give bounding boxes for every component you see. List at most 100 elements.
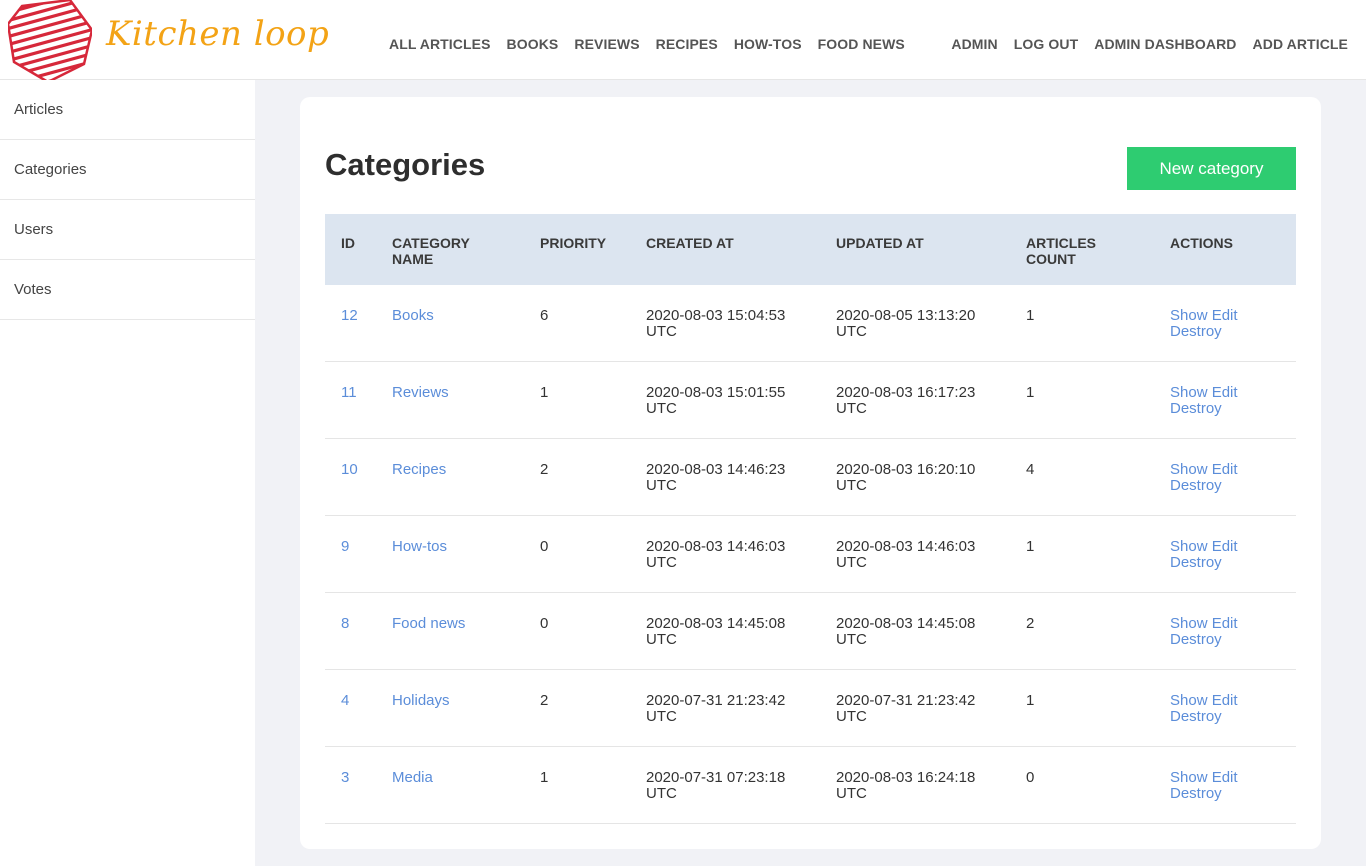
row-created-date: 2020-08-03 15:01:55 <box>646 384 786 401</box>
table-row: 12 Books 6 2020-08-03 15:04:53 UTC 2020-… <box>325 285 1296 362</box>
row-id-link[interactable]: 9 <box>341 539 349 555</box>
destroy-link[interactable]: Destroy <box>1170 554 1222 571</box>
row-category-name-link[interactable]: Food news <box>392 616 465 632</box>
destroy-link[interactable]: Destroy <box>1170 323 1222 340</box>
row-updated-tz: UTC <box>836 785 867 802</box>
categories-table: ID CATEGORY NAME PRIORITY CREATED AT UPD… <box>325 214 1296 824</box>
row-actions: Show Edit Destroy <box>1170 308 1280 340</box>
edit-link[interactable]: Edit <box>1212 769 1238 786</box>
destroy-link[interactable]: Destroy <box>1170 708 1222 725</box>
table-row: 9 How-tos 0 2020-08-03 14:46:03 UTC 2020… <box>325 516 1296 593</box>
show-link[interactable]: Show <box>1170 692 1208 709</box>
edit-link[interactable]: Edit <box>1212 615 1238 632</box>
nav-reviews[interactable]: REVIEWS <box>574 36 639 52</box>
nav-admin[interactable]: ADMIN <box>951 36 997 52</box>
header-created-at: CREATED AT <box>646 235 734 251</box>
row-id-link[interactable]: 8 <box>341 616 349 632</box>
sidebar-item-users[interactable]: Users <box>0 200 255 260</box>
row-created-at: 2020-08-03 14:46:23 UTC <box>646 462 816 494</box>
row-id-link[interactable]: 10 <box>341 462 358 478</box>
row-id-link[interactable]: 11 <box>341 385 357 401</box>
destroy-link[interactable]: Destroy <box>1170 785 1222 802</box>
row-updated-at: 2020-08-03 14:45:08 UTC <box>836 616 1006 648</box>
header-id: ID <box>341 235 355 251</box>
row-category-name-link[interactable]: Books <box>392 308 434 324</box>
sidebar-item-categories[interactable]: Categories <box>0 140 255 200</box>
row-category-name-link[interactable]: How-tos <box>392 539 447 555</box>
row-articles-count: 1 <box>1026 692 1035 709</box>
row-created-date: 2020-08-03 14:46:23 <box>646 461 786 478</box>
table-header: ID CATEGORY NAME PRIORITY CREATED AT UPD… <box>325 214 1296 285</box>
nav-log-out[interactable]: LOG OUT <box>1014 36 1078 52</box>
row-actions: Show Edit Destroy <box>1170 770 1280 802</box>
row-updated-date: 2020-07-31 21:23:42 <box>836 692 976 709</box>
nav-all-articles[interactable]: ALL ARTICLES <box>389 36 491 52</box>
row-category-name-link[interactable]: Reviews <box>392 385 449 401</box>
row-updated-tz: UTC <box>836 554 867 571</box>
row-updated-date: 2020-08-03 16:20:10 <box>836 461 976 478</box>
row-priority: 1 <box>540 384 549 401</box>
logo-icon[interactable] <box>8 0 92 82</box>
show-link[interactable]: Show <box>1170 461 1208 478</box>
nav-books[interactable]: BOOKS <box>507 36 559 52</box>
header-articles-count-line2: COUNT <box>1026 251 1076 267</box>
row-category-name-link[interactable]: Recipes <box>392 462 446 478</box>
row-created-at: 2020-08-03 15:04:53 UTC <box>646 308 816 340</box>
nav-admin-dashboard[interactable]: ADMIN DASHBOARD <box>1094 36 1236 52</box>
brand-name[interactable]: Kitchen loop <box>106 14 329 54</box>
row-created-tz: UTC <box>646 554 677 571</box>
sidebar-item-articles[interactable]: Articles <box>0 80 255 140</box>
nav-food-news[interactable]: FOOD NEWS <box>818 36 905 52</box>
show-link[interactable]: Show <box>1170 384 1208 401</box>
row-id-link[interactable]: 3 <box>341 770 349 786</box>
edit-link[interactable]: Edit <box>1212 384 1238 401</box>
show-link[interactable]: Show <box>1170 538 1208 555</box>
show-link[interactable]: Show <box>1170 615 1208 632</box>
row-category-name-link[interactable]: Holidays <box>392 693 450 709</box>
edit-link[interactable]: Edit <box>1212 307 1238 324</box>
row-id-link[interactable]: 4 <box>341 693 349 709</box>
row-created-tz: UTC <box>646 785 677 802</box>
row-updated-tz: UTC <box>836 708 867 725</box>
row-updated-tz: UTC <box>836 477 867 494</box>
destroy-link[interactable]: Destroy <box>1170 631 1222 648</box>
row-articles-count: 0 <box>1026 769 1035 786</box>
row-actions: Show Edit Destroy <box>1170 539 1280 571</box>
table-body: 12 Books 6 2020-08-03 15:04:53 UTC 2020-… <box>325 285 1296 824</box>
row-category-name-link[interactable]: Media <box>392 770 433 786</box>
destroy-link[interactable]: Destroy <box>1170 477 1222 494</box>
user-nav: ADMIN LOG OUT ADMIN DASHBOARD ADD ARTICL… <box>951 36 1348 52</box>
show-link[interactable]: Show <box>1170 307 1208 324</box>
header-actions: ACTIONS <box>1170 235 1233 251</box>
row-created-date: 2020-07-31 21:23:42 <box>646 692 786 709</box>
nav-recipes[interactable]: RECIPES <box>656 36 718 52</box>
row-updated-at: 2020-07-31 21:23:42 UTC <box>836 693 1006 725</box>
show-link[interactable]: Show <box>1170 769 1208 786</box>
nav-how-tos[interactable]: HOW-TOS <box>734 36 802 52</box>
row-articles-count: 4 <box>1026 461 1035 478</box>
table-row: 10 Recipes 2 2020-08-03 14:46:23 UTC 202… <box>325 439 1296 516</box>
row-created-date: 2020-08-03 14:46:03 <box>646 538 786 555</box>
new-category-button[interactable]: New category <box>1127 147 1296 190</box>
row-created-date: 2020-08-03 14:45:08 <box>646 615 786 632</box>
row-updated-date: 2020-08-03 16:24:18 <box>836 769 976 786</box>
row-articles-count: 1 <box>1026 538 1035 555</box>
table-row: 4 Holidays 2 2020-07-31 21:23:42 UTC 202… <box>325 670 1296 747</box>
row-created-at: 2020-08-03 14:45:08 UTC <box>646 616 816 648</box>
row-created-at: 2020-07-31 21:23:42 UTC <box>646 693 816 725</box>
edit-link[interactable]: Edit <box>1212 461 1238 478</box>
row-updated-date: 2020-08-03 16:17:23 <box>836 384 976 401</box>
edit-link[interactable]: Edit <box>1212 538 1238 555</box>
header-articles-count: ARTICLES COUNT <box>1026 235 1096 267</box>
destroy-link[interactable]: Destroy <box>1170 400 1222 417</box>
row-actions: Show Edit Destroy <box>1170 693 1280 725</box>
row-updated-tz: UTC <box>836 323 867 340</box>
row-updated-at: 2020-08-03 14:46:03 UTC <box>836 539 1006 571</box>
row-updated-date: 2020-08-03 14:45:08 <box>836 615 976 632</box>
sidebar-item-votes[interactable]: Votes <box>0 260 255 320</box>
nav-add-article[interactable]: ADD ARTICLE <box>1253 36 1348 52</box>
row-id-link[interactable]: 12 <box>341 308 358 324</box>
row-actions: Show Edit Destroy <box>1170 616 1280 648</box>
row-updated-at: 2020-08-05 13:13:20 UTC <box>836 308 1006 340</box>
edit-link[interactable]: Edit <box>1212 692 1238 709</box>
